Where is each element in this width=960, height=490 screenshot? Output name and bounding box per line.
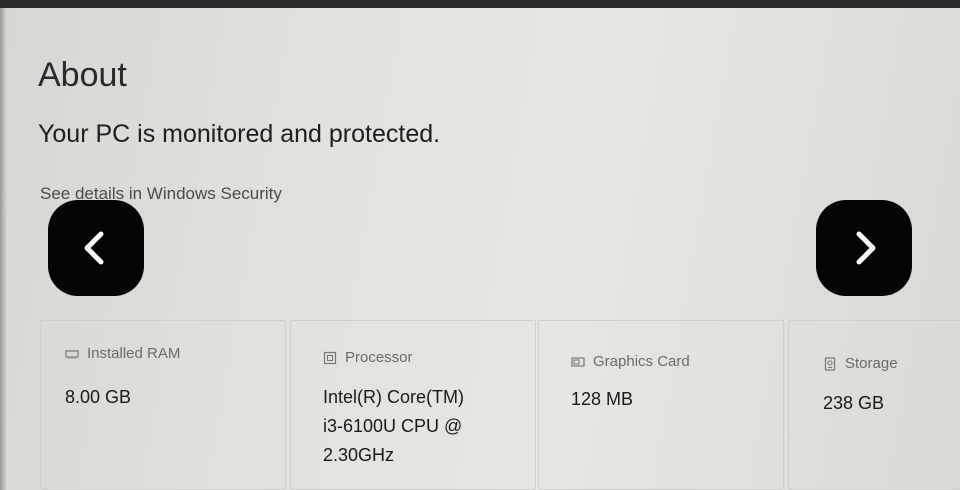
ram-icon bbox=[65, 349, 79, 359]
spec-label-row: Graphics Card bbox=[571, 353, 690, 370]
about-settings-screen: About Your PC is monitored and protected… bbox=[0, 8, 960, 490]
protection-status: Your PC is monitored and protected. bbox=[38, 120, 441, 148]
spec-label-row: Installed RAM bbox=[65, 345, 180, 362]
next-button[interactable] bbox=[816, 200, 912, 296]
spec-card-storage: Storage 238 GB bbox=[788, 320, 960, 490]
spec-value: Intel(R) Core(TM) i3-6100U CPU @ 2.30GHz bbox=[323, 387, 465, 465]
spec-value: 128 MB bbox=[571, 389, 634, 409]
screen-bezel bbox=[0, 8, 6, 490]
spec-label: Storage bbox=[845, 355, 898, 372]
spec-label: Installed RAM bbox=[87, 345, 181, 362]
chevron-left-icon bbox=[84, 231, 104, 265]
spec-card-graphics: Graphics Card 128 MB bbox=[538, 320, 784, 490]
page-title: About bbox=[38, 56, 127, 94]
graphics-card-icon bbox=[571, 356, 585, 367]
spec-label: Graphics Card bbox=[593, 353, 690, 370]
spec-label: Processor bbox=[345, 349, 413, 366]
previous-button[interactable] bbox=[48, 200, 144, 296]
spec-value: 238 GB bbox=[823, 393, 885, 413]
spec-label-row: Processor bbox=[323, 349, 413, 366]
chevron-right-icon bbox=[856, 231, 876, 265]
storage-icon bbox=[824, 356, 836, 371]
device-specs: Installed RAM 8.00 GB Processor Intel(R)… bbox=[40, 320, 960, 490]
spec-card-ram: Installed RAM 8.00 GB bbox=[40, 320, 286, 490]
spec-card-processor: Processor Intel(R) Core(TM) i3-6100U CPU… bbox=[290, 320, 536, 490]
spec-label-row: Storage bbox=[823, 355, 898, 372]
spec-value: 8.00 GB bbox=[65, 387, 132, 407]
processor-icon bbox=[323, 351, 337, 364]
